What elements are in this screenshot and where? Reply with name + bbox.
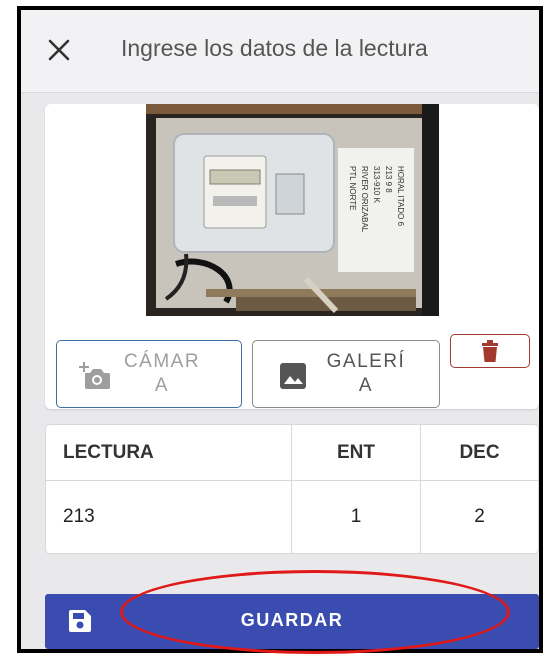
header-ent: ENT: [337, 442, 375, 463]
camera-button-label: CÁMARA: [123, 351, 201, 396]
photo-card: PTL NORTE RIVER ORIZABAL 313-910 K 213 9…: [45, 104, 539, 409]
page-title: Ingrese los datos de la lectura: [121, 35, 428, 61]
gallery-button[interactable]: GALERÍA: [252, 340, 440, 408]
trash-icon: [482, 340, 498, 362]
photo-handwriting-3: 313-910 K: [372, 166, 381, 204]
photo-handwriting-4: 213 9 8: [384, 166, 393, 193]
header-bar: Ingrese los datos de la lectura: [21, 10, 539, 93]
meter-photo-image: PTL NORTE RIVER ORIZABAL 313-910 K 213 9…: [146, 104, 439, 316]
save-button-label: GUARDAR: [240, 610, 344, 630]
photo-handwriting-2: RIVER ORIZABAL: [360, 166, 369, 233]
delete-button[interactable]: [450, 334, 530, 368]
save-button[interactable]: GUARDAR: [45, 594, 539, 649]
camera-button[interactable]: CÁMARA: [56, 340, 242, 408]
ent-value-cell[interactable]: 1: [292, 506, 420, 528]
gallery-button-label: GALERÍA: [326, 351, 406, 396]
table-divider: [46, 480, 538, 481]
header-lectura: LECTURA: [63, 442, 154, 463]
add-camera-icon: [79, 362, 110, 389]
photo-handwriting-1: PTL NORTE: [348, 166, 357, 210]
lectura-value-cell[interactable]: 213: [63, 506, 95, 528]
meter-photo[interactable]: PTL NORTE RIVER ORIZABAL 313-910 K 213 9…: [146, 104, 439, 316]
dec-value-cell[interactable]: 2: [421, 506, 538, 528]
image-icon: [280, 363, 306, 389]
close-button[interactable]: [45, 36, 73, 64]
header-dec: DEC: [459, 442, 500, 463]
photo-handwriting-5: HORAL ITADO 6: [396, 166, 405, 227]
screen-frame: Ingrese los datos de la lectura PTL NORT…: [17, 6, 543, 653]
reading-table: LECTURA ENT DEC 213 1 2: [45, 424, 539, 554]
close-icon: [48, 39, 70, 61]
